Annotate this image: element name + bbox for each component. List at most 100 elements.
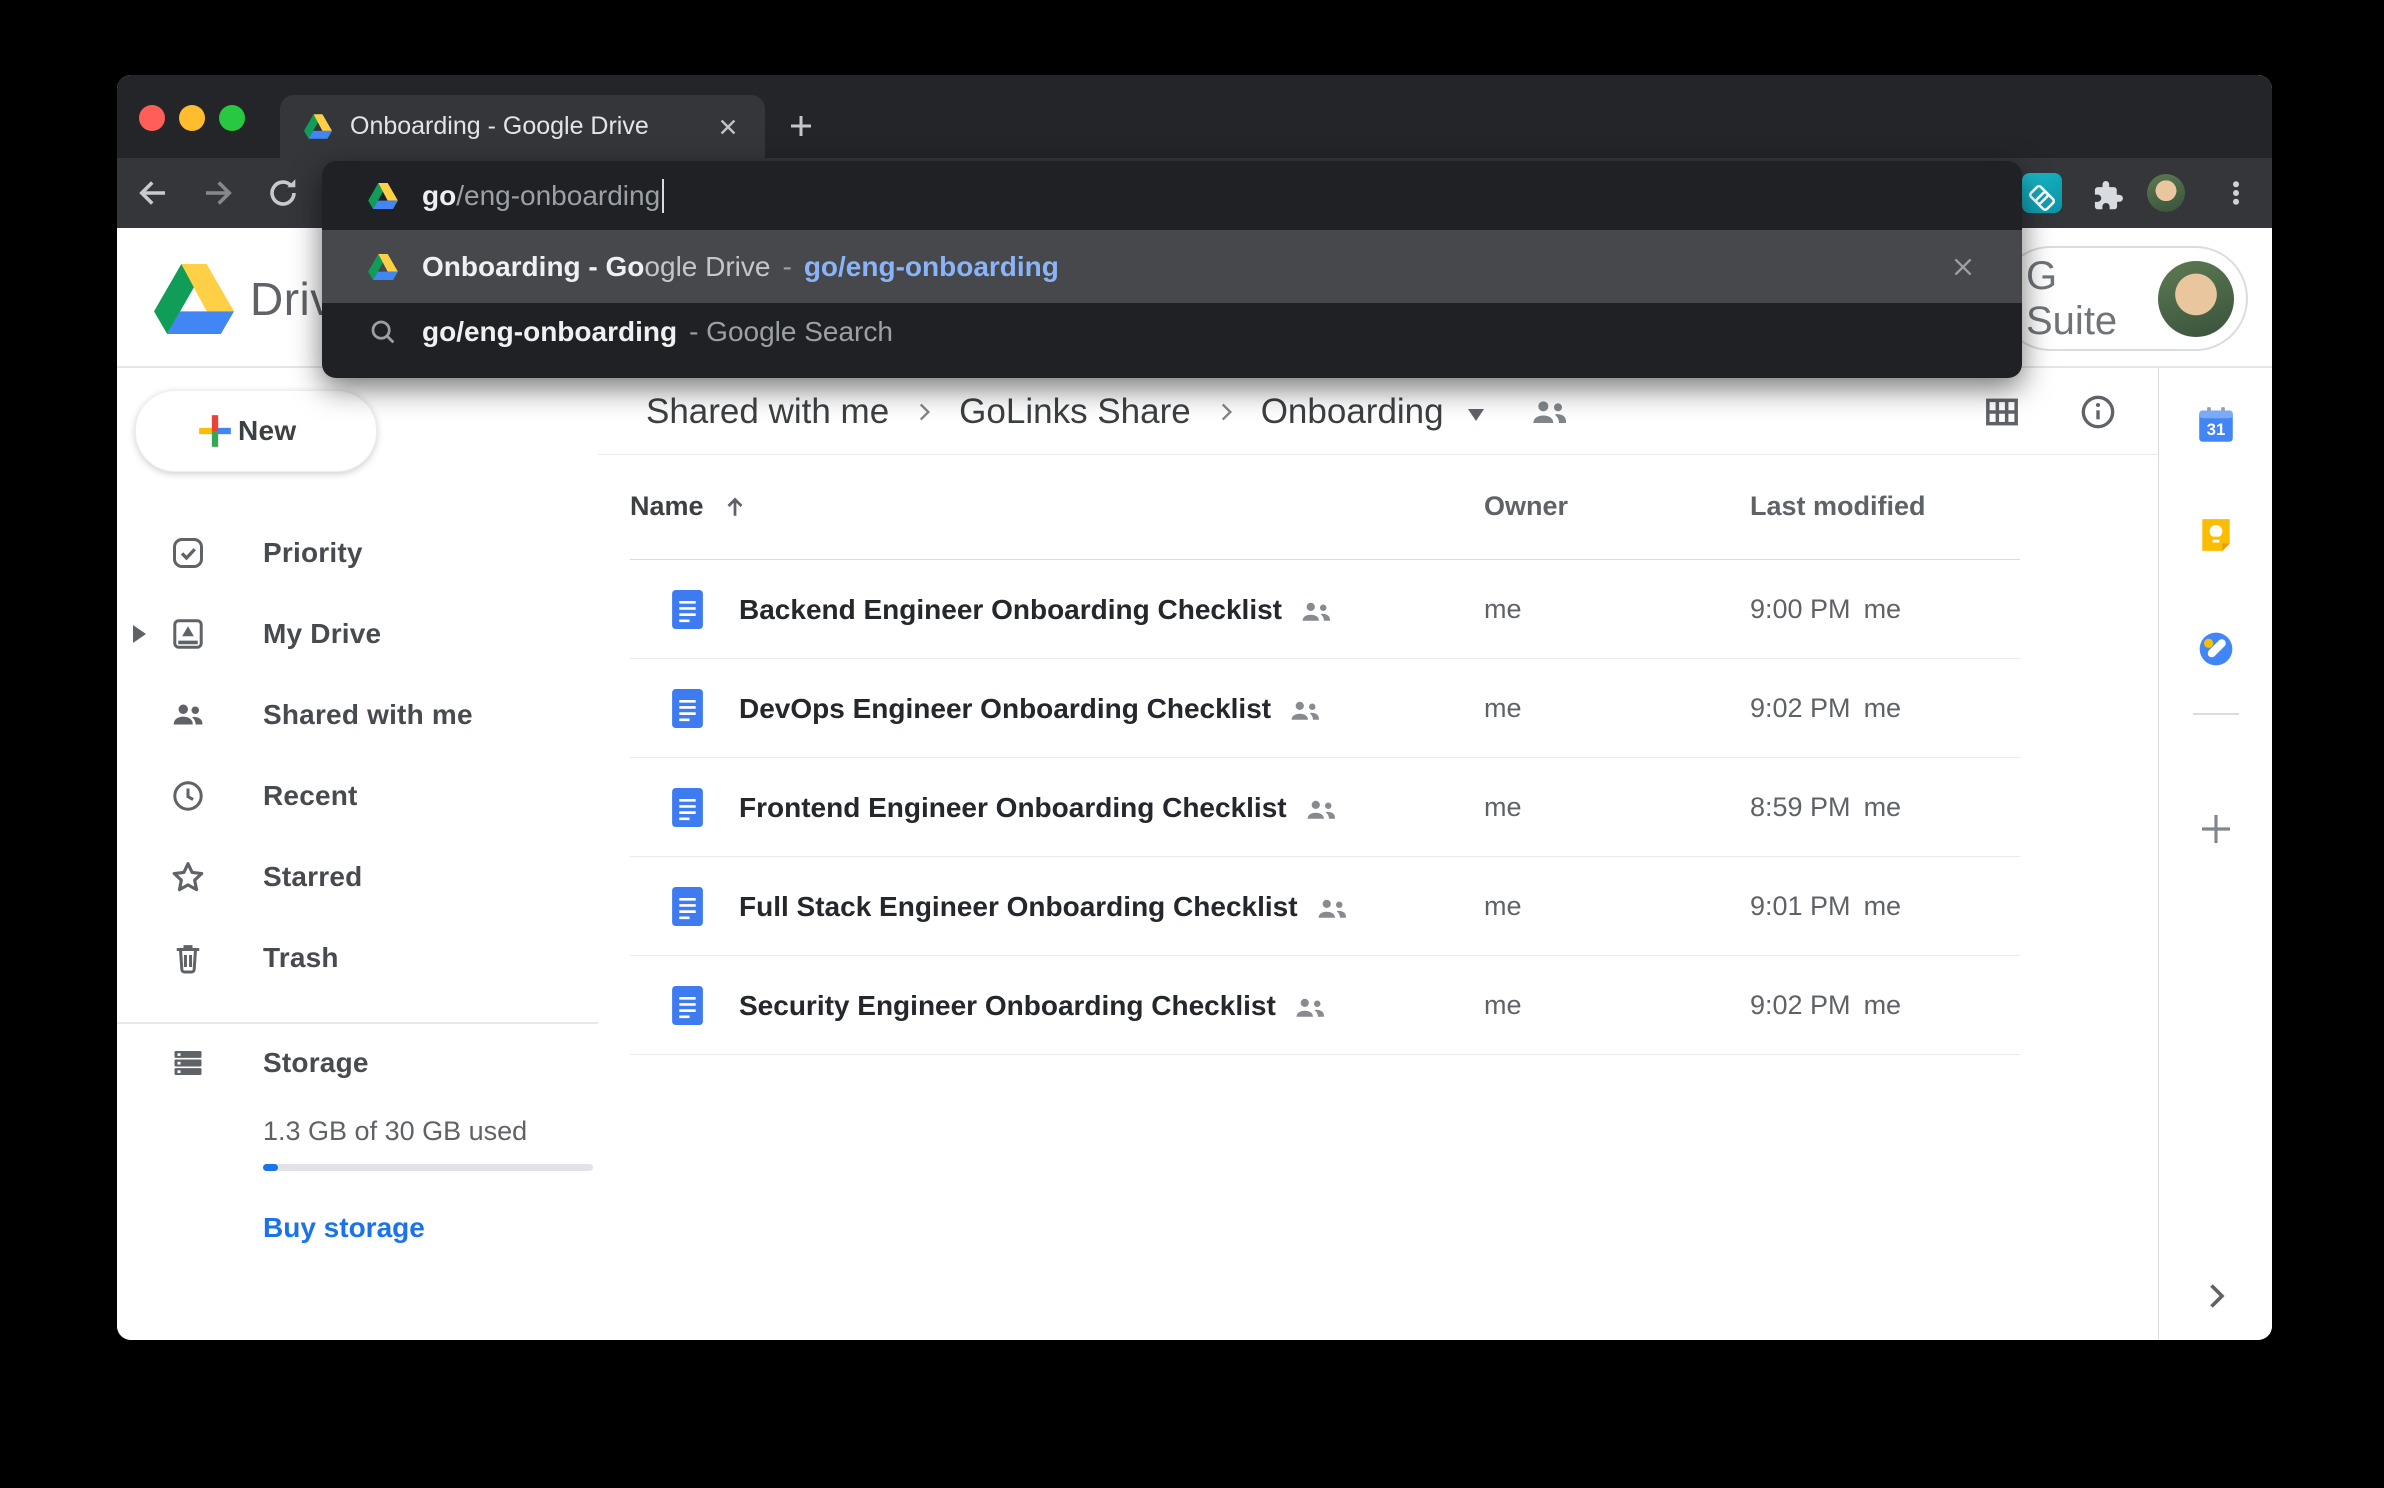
add-addon-icon[interactable] [2195,808,2237,850]
tab-title: Onboarding - Google Drive [350,112,717,141]
back-icon[interactable] [132,172,174,214]
suggestion-row-drive[interactable]: Onboarding - Google Drive-go/eng-onboard… [322,230,2022,303]
file-row[interactable]: Frontend Engineer Onboarding Checklist m… [630,758,2020,857]
trash-icon [166,936,210,980]
sidebar-item-shared-with-me[interactable]: Shared with me [117,674,598,755]
sidebar-item-trash[interactable]: Trash [117,917,598,998]
reload-icon[interactable] [262,172,304,214]
breadcrumb-shared-with-me[interactable]: Shared with me [646,392,889,432]
file-row[interactable]: Backend Engineer Onboarding Checklist me… [630,560,2020,659]
google-doc-icon [672,788,703,832]
omnibox-typed-text: go [422,180,456,212]
column-header-owner[interactable]: Owner [1484,491,1568,522]
screen: Onboarding - Google Drive [0,0,2384,1488]
sidebar-item-my-drive[interactable]: My Drive [117,593,598,674]
google-doc-icon [672,887,703,931]
sidebar-item-storage[interactable]: Storage [117,1028,598,1098]
close-window-button[interactable] [139,105,165,131]
breadcrumb-golinks-share[interactable]: GoLinks Share [959,392,1191,432]
sidebar-item-label: My Drive [263,618,381,650]
file-modified-time: 9:00 PM [1750,594,1851,625]
expand-arrow-icon[interactable] [133,625,146,643]
storage-usage-text: 1.3 GB of 30 GB used [263,1116,527,1147]
suggestion-suffix: - Google Search [689,316,893,348]
file-modified-by: me [1864,792,1902,823]
file-row[interactable]: Full Stack Engineer Onboarding Checklist… [630,857,2020,956]
sidebar-item-priority[interactable]: Priority [117,512,598,593]
suggestion-title-rest: ogle Drive [644,251,770,283]
buy-storage-link[interactable]: Buy storage [263,1212,425,1244]
file-owner: me [1484,560,1522,659]
keep-icon[interactable] [2197,516,2235,554]
calendar-icon[interactable]: 31 [2197,406,2235,444]
suggestion-separator: - [782,251,791,283]
sort-ascending-icon [720,492,750,522]
browser-profile-avatar[interactable] [2145,172,2187,214]
remove-suggestion-icon[interactable] [1940,244,1986,290]
column-header-name[interactable]: Name [630,491,750,522]
file-owner: me [1484,659,1522,758]
drive-sidebar: New Priority My Drive [117,368,598,1340]
grid-view-icon[interactable] [1980,390,2024,434]
chevron-right-icon [911,399,937,425]
drive-favicon-icon [304,114,332,139]
browser-menu-icon[interactable] [2215,172,2257,214]
file-name: Security Engineer Onboarding Checklist [739,990,1276,1022]
new-button[interactable]: New [135,390,377,472]
suggestion-query: go/eng-onboarding [422,316,677,348]
text-cursor [662,179,664,213]
google-doc-icon [672,986,703,1030]
priority-icon [166,531,210,575]
people-icon [166,693,210,737]
account-chip[interactable]: G Suite [1998,246,2248,351]
companion-panel: 31 [2158,368,2272,1340]
browser-tab[interactable]: Onboarding - Google Drive [280,95,765,158]
breadcrumb: Shared with me GoLinks Share Onboarding [646,368,1570,455]
sidebar-divider [117,1022,598,1024]
golinks-extension-icon[interactable] [2021,172,2063,214]
new-tab-button[interactable] [781,106,821,146]
tab-close-icon[interactable] [717,116,739,138]
account-chip-label: G Suite [2026,254,2158,344]
drive-page: Drive G Suite [117,228,2272,1340]
collapse-panel-chevron-icon[interactable] [2198,1278,2234,1314]
tab-strip: Onboarding - Google Drive [117,75,2272,158]
sidebar-item-label: Recent [263,780,358,812]
folder-shared-icon[interactable] [1530,397,1570,427]
file-modified-time: 9:02 PM [1750,990,1851,1021]
breadcrumb-onboarding[interactable]: Onboarding [1261,392,1444,432]
file-row[interactable]: Security Engineer Onboarding Checklist m… [630,956,2020,1055]
file-name: DevOps Engineer Onboarding Checklist [739,693,1271,725]
chevron-right-icon [1213,399,1239,425]
file-modified-by: me [1864,990,1902,1021]
minimize-window-button[interactable] [179,105,205,131]
breadcrumb-bar: Shared with me GoLinks Share Onboarding [598,368,2158,455]
file-owner: me [1484,956,1522,1055]
panel-divider [2193,713,2239,715]
file-table-header: Name Owner Last modified [630,455,2020,560]
new-button-label: New [238,415,296,447]
sidebar-item-label: Shared with me [263,699,473,731]
forward-icon[interactable] [197,172,239,214]
extensions-puzzle-icon[interactable] [2085,172,2127,214]
drive-logo-icon[interactable] [154,264,234,339]
sidebar-item-recent[interactable]: Recent [117,755,598,836]
file-row[interactable]: DevOps Engineer Onboarding Checklist me … [630,659,2020,758]
folder-menu-caret-icon[interactable] [1468,409,1484,421]
browser-window: Onboarding - Google Drive [117,75,2272,1340]
file-owner: me [1484,857,1522,956]
google-doc-icon [672,689,703,733]
suggestion-row-search[interactable]: go/eng-onboarding - Google Search [322,303,2022,361]
tasks-icon[interactable] [2197,630,2235,668]
zoom-window-button[interactable] [219,105,245,131]
shared-people-icon [1305,798,1339,822]
svg-text:31: 31 [2206,420,2225,439]
sidebar-item-starred[interactable]: Starred [117,836,598,917]
column-header-modified[interactable]: Last modified [1750,491,1926,522]
storage-icon [166,1041,210,1085]
file-name: Backend Engineer Onboarding Checklist [739,594,1282,626]
info-icon[interactable] [2076,390,2120,434]
storage-progress-bar [263,1164,593,1171]
account-avatar[interactable] [2158,261,2234,337]
omnibox-input[interactable]: go/eng-onboarding [322,161,2022,230]
